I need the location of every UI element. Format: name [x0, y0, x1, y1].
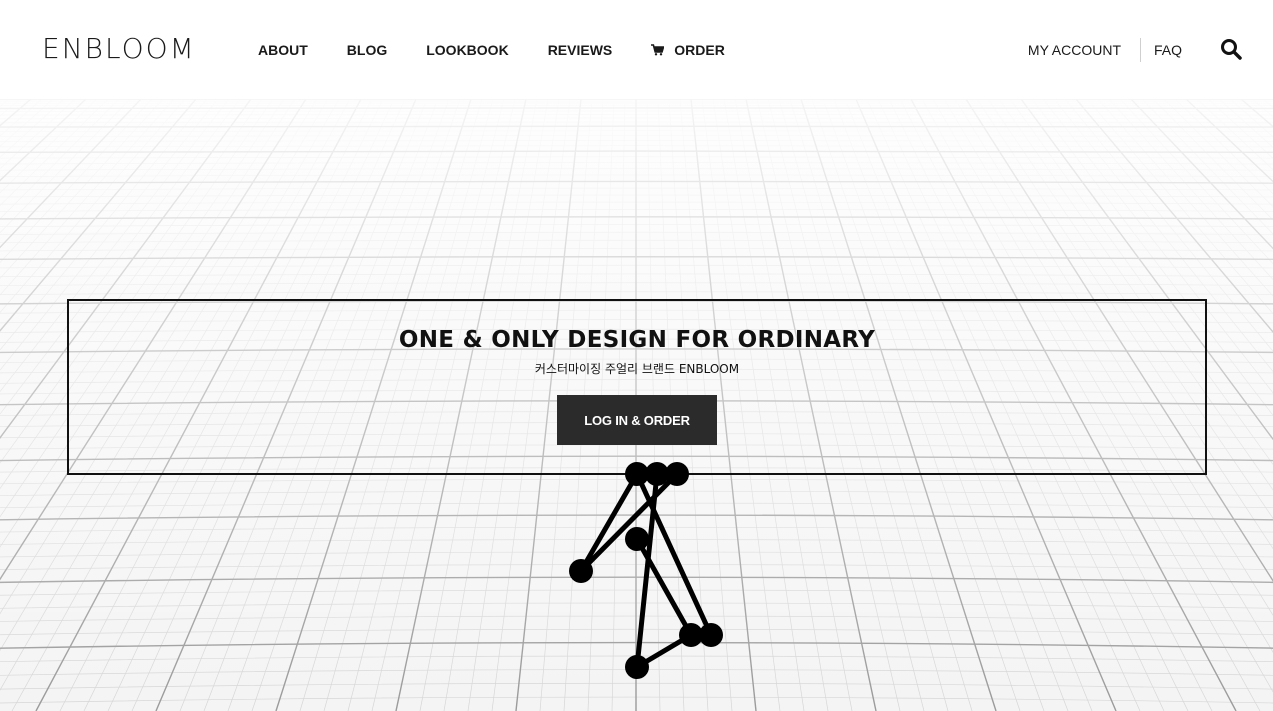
nav-item-lookbook[interactable]: LOOKBOOK [426, 42, 508, 58]
banner-subtitle: 커스터마이징 주얼리 브랜드 ENBLOOM [534, 362, 740, 376]
figure-node [699, 623, 723, 647]
login-order-button[interactable]: LOG IN & ORDER [557, 395, 717, 445]
nav-item-reviews[interactable]: REVIEWS [548, 42, 613, 58]
figure-node [665, 462, 689, 486]
connected-dots-figure [569, 462, 723, 679]
nav-item-about[interactable]: ABOUT [258, 42, 308, 58]
nav-item-order[interactable]: ORDER [651, 42, 725, 58]
hero-banner: ONE & ONLY DESIGN FOR ORDINARY 커스터마이징 주얼… [67, 299, 1207, 475]
search-button[interactable] [1220, 38, 1242, 63]
utility-divider [1140, 38, 1141, 62]
figure-node [625, 527, 649, 551]
main-nav: ABOUT BLOG LOOKBOOK REVIEWS ORDER [258, 42, 764, 58]
site-header: ENBLOOM ABOUT BLOG LOOKBOOK REVIEWS ORDE… [0, 0, 1273, 99]
figure-node [625, 655, 649, 679]
nav-item-blog[interactable]: BLOG [347, 42, 387, 58]
nav-item-order-label: ORDER [674, 42, 725, 58]
my-account-link[interactable]: MY ACCOUNT [1028, 42, 1121, 58]
search-icon [1220, 38, 1242, 63]
cart-icon [651, 44, 665, 56]
figure-node [569, 559, 593, 583]
banner-title: ONE & ONLY DESIGN FOR ORDINARY [398, 327, 876, 353]
brand-logo[interactable]: ENBLOOM [42, 32, 196, 65]
faq-link[interactable]: FAQ [1154, 42, 1182, 58]
